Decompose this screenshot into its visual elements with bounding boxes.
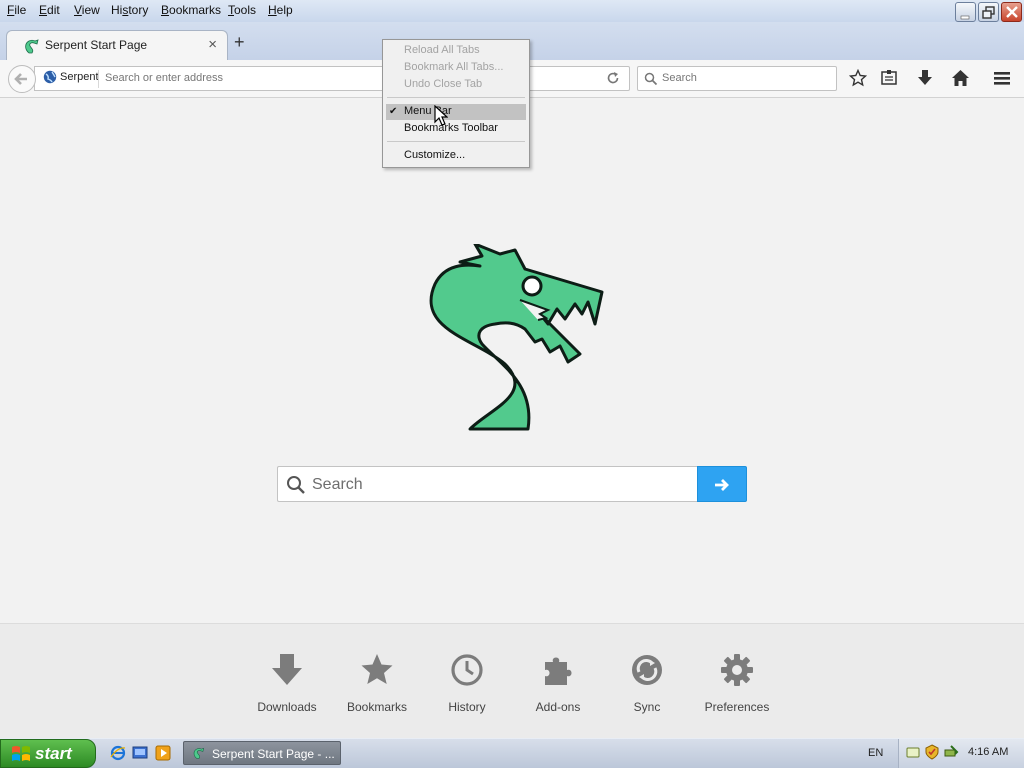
launcher-downloads[interactable]: Downloads bbox=[242, 652, 332, 714]
sync-icon bbox=[632, 655, 662, 685]
menu-bar: File Edit View History Bookmarks Tools H… bbox=[0, 0, 1024, 22]
restore-button[interactable] bbox=[978, 2, 999, 22]
tab-serpent-start-page[interactable]: Serpent Start Page × bbox=[6, 30, 228, 60]
tray-security-icon[interactable] bbox=[924, 744, 940, 760]
menu-view[interactable]: View bbox=[74, 3, 100, 17]
puzzle-icon bbox=[545, 657, 572, 685]
taskbar-item-label: Serpent Start Page - ... bbox=[212, 747, 335, 761]
launcher-bookmarks[interactable]: Bookmarks bbox=[332, 652, 422, 714]
search-icon bbox=[644, 72, 658, 86]
main-search-input[interactable]: Search bbox=[277, 466, 698, 502]
taskbar-item-serpent[interactable]: Serpent Start Page - ... bbox=[183, 741, 341, 765]
star-icon bbox=[361, 654, 393, 684]
close-icon bbox=[1006, 6, 1018, 18]
bookmark-star-icon[interactable] bbox=[849, 69, 867, 87]
hamburger-menu-icon[interactable] bbox=[993, 70, 1011, 86]
identity-divider bbox=[98, 70, 99, 88]
menu-help[interactable]: Help bbox=[268, 3, 293, 17]
main-search-placeholder: Search bbox=[312, 476, 363, 493]
toolbar-search-bar[interactable]: Search bbox=[637, 66, 837, 91]
toolbar-context-menu: Reload All Tabs Bookmark All Tabs... Und… bbox=[382, 39, 530, 168]
home-icon[interactable] bbox=[951, 69, 970, 87]
serpent-logo-icon bbox=[193, 747, 205, 759]
menu-history[interactable]: History bbox=[111, 3, 148, 17]
tab-close-button[interactable]: × bbox=[208, 36, 217, 53]
menu-item-customize[interactable]: Customize... bbox=[404, 149, 465, 161]
launcher-label: Bookmarks bbox=[346, 700, 408, 714]
gear-icon bbox=[721, 654, 753, 686]
launcher-label: Add-ons bbox=[535, 700, 581, 714]
restore-icon bbox=[982, 6, 995, 19]
menu-bookmarks[interactable]: Bookmarks bbox=[161, 3, 221, 17]
back-button[interactable] bbox=[8, 65, 36, 93]
back-arrow-icon bbox=[14, 73, 27, 85]
minimize-button[interactable] bbox=[955, 2, 976, 22]
taskbar-clock: 4:16 AM bbox=[968, 746, 1009, 758]
menu-item-bookmarks-toolbar[interactable]: Bookmarks Toolbar bbox=[404, 122, 498, 134]
launcher-label: History bbox=[448, 700, 486, 714]
url-input[interactable]: Search or enter address bbox=[105, 72, 223, 84]
menu-edit[interactable]: Edit bbox=[39, 3, 60, 17]
reload-icon[interactable] bbox=[605, 70, 621, 86]
toolbar-search-placeholder: Search bbox=[662, 72, 697, 84]
bookmarks-menu-icon[interactable] bbox=[880, 69, 898, 87]
launcher-sync[interactable]: Sync bbox=[602, 652, 692, 714]
menu-item-undo-close-tab[interactable]: Undo Close Tab bbox=[404, 78, 482, 90]
tray-safely-remove-icon[interactable] bbox=[943, 744, 959, 760]
launcher-label: Preferences bbox=[704, 700, 770, 714]
menu-item-bookmark-all-tabs[interactable]: Bookmark All Tabs... bbox=[404, 61, 503, 73]
launcher-label: Sync bbox=[633, 700, 661, 714]
new-tab-button[interactable]: + bbox=[234, 32, 245, 53]
arrow-right-icon bbox=[715, 479, 729, 491]
start-label: start bbox=[35, 744, 72, 763]
language-indicator[interactable]: EN bbox=[868, 747, 883, 759]
main-search-go-button[interactable] bbox=[697, 466, 747, 502]
menu-tools[interactable]: Tools bbox=[228, 3, 256, 17]
tray-network-icon[interactable] bbox=[906, 745, 920, 759]
windows-logo-icon bbox=[12, 746, 30, 761]
launcher-history[interactable]: History bbox=[422, 652, 512, 714]
search-icon bbox=[287, 476, 305, 494]
internet-explorer-icon[interactable] bbox=[110, 745, 126, 761]
start-button[interactable]: start bbox=[0, 739, 96, 768]
download-icon bbox=[272, 654, 302, 685]
mouse-cursor-icon bbox=[434, 105, 448, 126]
show-desktop-icon[interactable] bbox=[132, 745, 148, 761]
close-window-button[interactable] bbox=[1001, 2, 1022, 22]
menu-file[interactable]: File bbox=[7, 3, 26, 17]
clock-icon bbox=[451, 654, 483, 686]
launcher-label: Downloads bbox=[257, 700, 317, 714]
minimize-icon bbox=[960, 15, 970, 20]
launcher-preferences[interactable]: Preferences bbox=[692, 652, 782, 714]
serpent-logo-icon bbox=[25, 39, 39, 54]
checkmark-icon: ✔ bbox=[389, 106, 398, 117]
download-icon[interactable] bbox=[916, 69, 934, 87]
launcher-add-ons[interactable]: Add-ons bbox=[513, 652, 603, 714]
media-player-icon[interactable] bbox=[155, 745, 171, 761]
site-identity-label[interactable]: Serpent bbox=[60, 71, 99, 83]
serpent-logo bbox=[429, 244, 604, 431]
menu-item-reload-all-tabs[interactable]: Reload All Tabs bbox=[404, 44, 480, 56]
tab-title: Serpent Start Page bbox=[45, 38, 148, 52]
launcher-bar bbox=[0, 623, 1024, 738]
menu-separator bbox=[387, 97, 525, 98]
globe-icon bbox=[43, 70, 57, 84]
menu-separator bbox=[387, 141, 525, 142]
